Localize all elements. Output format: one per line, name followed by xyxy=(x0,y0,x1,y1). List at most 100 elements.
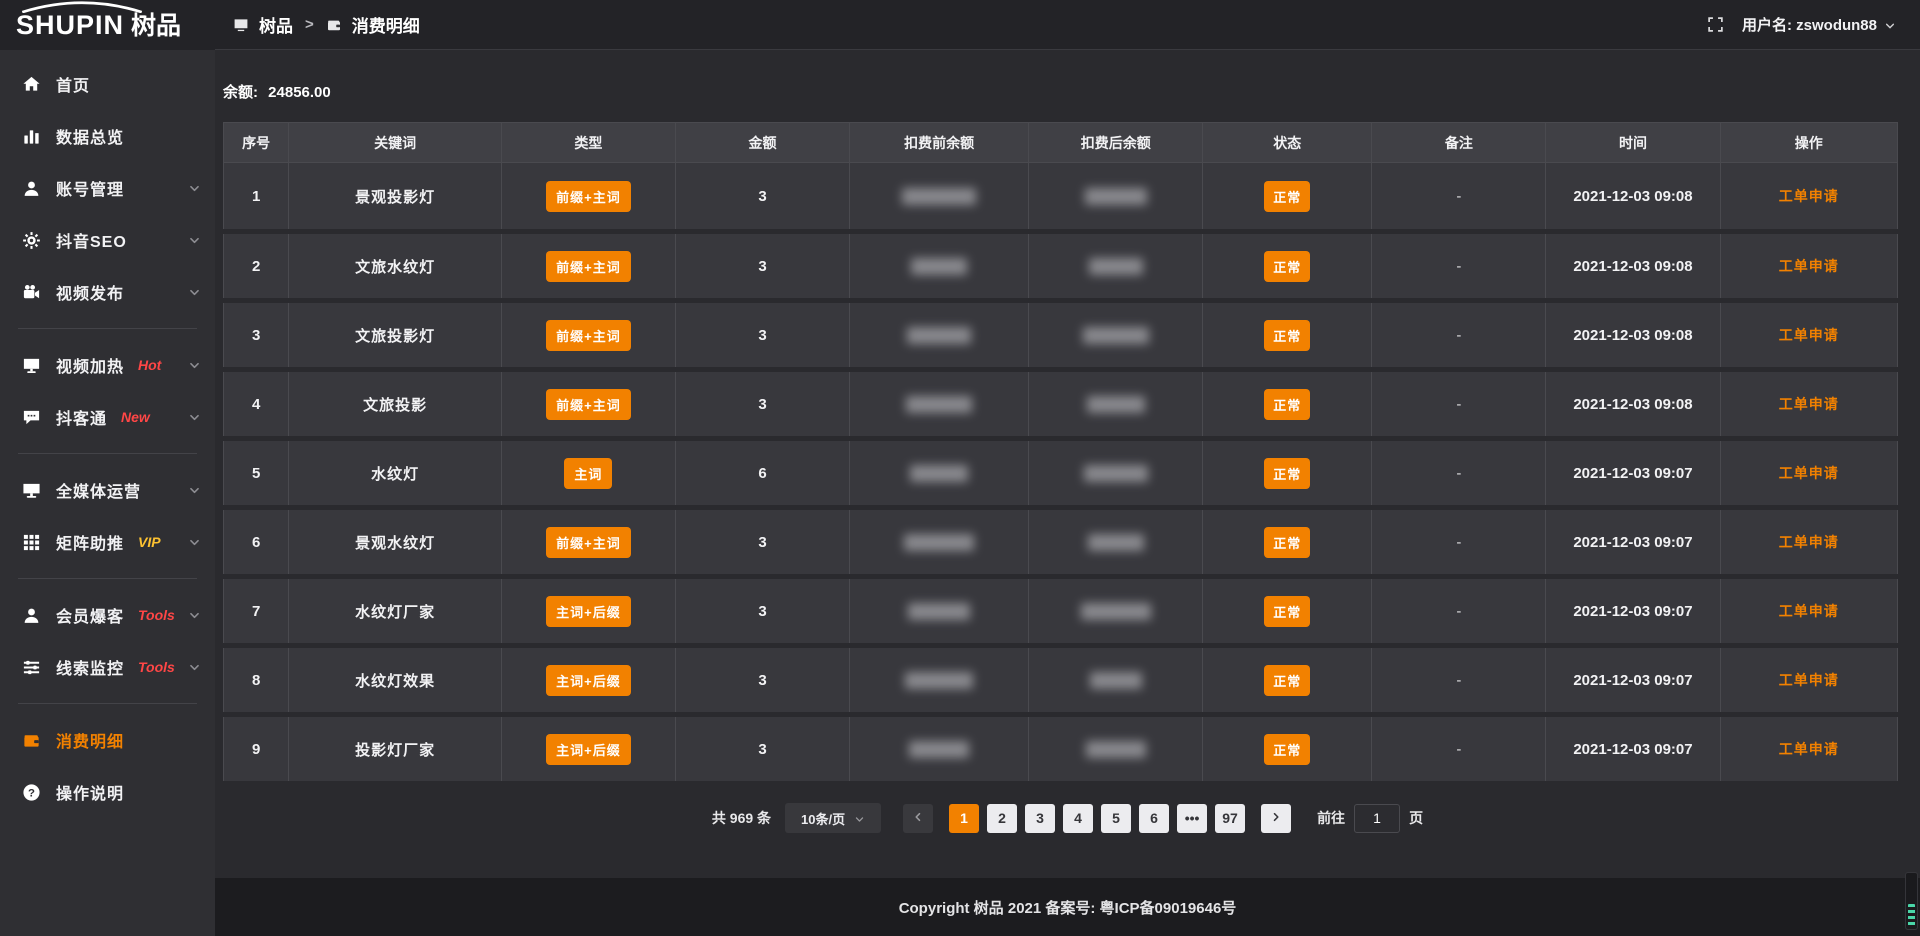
sidebar-item-label: 首页 xyxy=(56,72,90,96)
sidebar-item-label: 抖音SEO xyxy=(56,228,127,252)
sidebar-item-douketong[interactable]: 抖客通New xyxy=(0,391,215,443)
status-tag: 正常 xyxy=(1264,458,1310,489)
type-tag: 主词+后缀 xyxy=(546,596,631,627)
goto-page: 前往 页 xyxy=(1317,804,1423,833)
page-button-3[interactable]: 3 xyxy=(1025,804,1055,833)
fullscreen-icon[interactable] xyxy=(1707,16,1724,33)
cell-keyword: 水纹灯厂家 xyxy=(289,577,502,646)
type-tag: 前缀+主词 xyxy=(546,320,631,351)
masked-balance-after xyxy=(1081,603,1151,620)
sidebar-item-badge: VIP xyxy=(138,534,161,550)
ticket-apply-link[interactable]: 工单申请 xyxy=(1779,188,1839,204)
ticket-apply-link[interactable]: 工单申请 xyxy=(1779,258,1839,274)
column-header-9: 时间 xyxy=(1546,123,1720,163)
page-button-6[interactable]: 6 xyxy=(1139,804,1169,833)
page-size-select[interactable]: 10条/页 xyxy=(785,803,881,833)
logo-text-en: SHUPIN xyxy=(16,12,124,39)
page-button-97[interactable]: 97 xyxy=(1215,804,1245,833)
table-row: 7水纹灯厂家主词+后缀3正常-2021-12-03 09:07工单申请 xyxy=(224,577,1898,646)
svg-text:?: ? xyxy=(28,787,35,799)
cell-amount: 3 xyxy=(675,715,849,784)
type-tag: 前缀+主词 xyxy=(546,181,631,212)
cell-action: 工单申请 xyxy=(1720,163,1897,232)
cell-amount: 3 xyxy=(675,646,849,715)
column-header-5: 扣费前余额 xyxy=(850,123,1029,163)
masked-balance-before xyxy=(905,672,973,689)
breadcrumb-root[interactable]: 树品 xyxy=(259,12,293,37)
sidebar-item-operation-guide[interactable]: ?操作说明 xyxy=(0,766,215,818)
table-row: 5水纹灯主词6正常-2021-12-03 09:07工单申请 xyxy=(224,439,1898,508)
sidebar-item-douyin-seo[interactable]: 抖音SEO xyxy=(0,214,215,266)
breadcrumb: 树品 > 消费明细 xyxy=(233,12,420,37)
column-header-7: 状态 xyxy=(1203,123,1372,163)
sidebar-item-clue-monitor[interactable]: 线索监控Tools xyxy=(0,641,215,693)
sidebar-item-label: 数据总览 xyxy=(56,124,124,148)
table-row: 8水纹灯效果主词+后缀3正常-2021-12-03 09:07工单申请 xyxy=(224,646,1898,715)
next-page-button[interactable] xyxy=(1261,804,1291,833)
sidebar-item-data-overview[interactable]: 数据总览 xyxy=(0,110,215,162)
cell-balance-before xyxy=(850,232,1029,301)
cell-time: 2021-12-03 09:08 xyxy=(1546,232,1720,301)
cell-balance-before xyxy=(850,577,1029,646)
topbar-right: 用户名: zswodun88 xyxy=(1707,14,1896,35)
ticket-apply-link[interactable]: 工单申请 xyxy=(1779,327,1839,343)
cell-index: 1 xyxy=(224,163,289,232)
column-header-3: 类型 xyxy=(501,123,675,163)
sidebar-item-video-publish[interactable]: 视频发布 xyxy=(0,266,215,318)
cell-keyword: 水纹灯效果 xyxy=(289,646,502,715)
chevron-left-icon xyxy=(912,810,924,826)
page-size-value: 10条/页 xyxy=(801,809,845,828)
ticket-apply-link[interactable]: 工单申请 xyxy=(1779,603,1839,619)
ticket-apply-link[interactable]: 工单申请 xyxy=(1779,534,1839,550)
ticket-apply-link[interactable]: 工单申请 xyxy=(1779,741,1839,757)
page-button-4[interactable]: 4 xyxy=(1063,804,1093,833)
type-tag: 前缀+主词 xyxy=(546,251,631,282)
ticket-apply-link[interactable]: 工单申请 xyxy=(1779,465,1839,481)
home-icon xyxy=(22,75,41,94)
cell-balance-after xyxy=(1029,577,1203,646)
sidebar-item-member-burst[interactable]: 会员爆客Tools xyxy=(0,589,215,641)
page-button-2[interactable]: 2 xyxy=(987,804,1017,833)
grid-icon xyxy=(22,533,41,552)
goto-page-input[interactable] xyxy=(1354,804,1400,833)
sidebar-item-account-manage[interactable]: 账号管理 xyxy=(0,162,215,214)
cell-keyword: 文旅水纹灯 xyxy=(289,232,502,301)
masked-balance-after xyxy=(1084,465,1148,482)
chevron-down-icon xyxy=(188,661,201,674)
cell-time: 2021-12-03 09:07 xyxy=(1546,715,1720,784)
column-header-4: 金额 xyxy=(675,123,849,163)
prev-page-button[interactable] xyxy=(903,804,933,833)
app-window-icon xyxy=(233,17,249,33)
ticket-apply-link[interactable]: 工单申请 xyxy=(1779,396,1839,412)
sidebar-item-video-heat[interactable]: 视频加热Hot xyxy=(0,339,215,391)
cell-time: 2021-12-03 09:07 xyxy=(1546,508,1720,577)
monitor-icon xyxy=(22,481,41,500)
cell-status: 正常 xyxy=(1203,439,1372,508)
status-tag: 正常 xyxy=(1264,665,1310,696)
balance-value: 24856.00 xyxy=(268,84,331,101)
cell-action: 工单申请 xyxy=(1720,646,1897,715)
status-tag: 正常 xyxy=(1264,181,1310,212)
type-tag: 前缀+主词 xyxy=(546,389,631,420)
cell-index: 3 xyxy=(224,301,289,370)
sidebar-item-consume-detail[interactable]: 消费明细 xyxy=(0,714,215,766)
sidebar-item-home[interactable]: 首页 xyxy=(0,58,215,110)
user-menu[interactable]: 用户名: zswodun88 xyxy=(1742,14,1896,35)
status-tag: 正常 xyxy=(1264,320,1310,351)
sidebar-item-matrix-boost[interactable]: 矩阵助推VIP xyxy=(0,516,215,568)
cell-balance-after xyxy=(1029,232,1203,301)
cell-remark: - xyxy=(1372,577,1546,646)
page-button-1[interactable]: 1 xyxy=(949,804,979,833)
chevron-down-icon xyxy=(188,234,201,247)
sidebar-item-media-operation[interactable]: 全媒体运营 xyxy=(0,464,215,516)
topbar: 树品 > 消费明细 用户名: zswodun88 xyxy=(215,0,1920,50)
page-ellipsis-button[interactable]: ••• xyxy=(1177,804,1207,833)
floating-widget[interactable] xyxy=(1905,872,1918,930)
sidebar-item-badge: Tools xyxy=(138,659,175,675)
cell-remark: - xyxy=(1372,163,1546,232)
page-button-5[interactable]: 5 xyxy=(1101,804,1131,833)
breadcrumb-separator: > xyxy=(305,16,314,33)
ticket-apply-link[interactable]: 工单申请 xyxy=(1779,672,1839,688)
cell-type: 主词+后缀 xyxy=(501,577,675,646)
cell-action: 工单申请 xyxy=(1720,370,1897,439)
